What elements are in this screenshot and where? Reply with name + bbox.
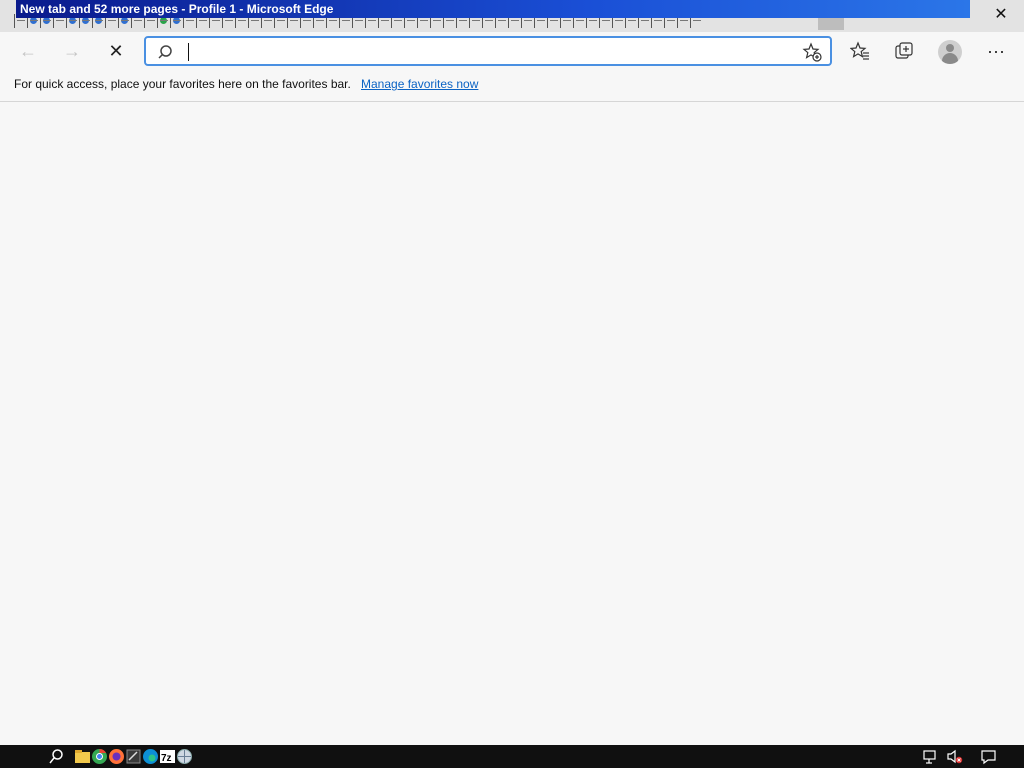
- firefox-icon[interactable]: [108, 748, 125, 765]
- globe-app-icon[interactable]: [176, 748, 193, 765]
- stop-icon: ✕: [108, 40, 124, 61]
- 7zip-icon[interactable]: 7z: [159, 748, 176, 765]
- volume-muted-icon[interactable]: [946, 748, 963, 765]
- search-icon[interactable]: [48, 748, 65, 765]
- arrow-left-icon: ←: [19, 40, 37, 61]
- notifications-icon[interactable]: [980, 748, 997, 765]
- app-tool-icon[interactable]: [125, 748, 142, 765]
- favorites-bar: For quick access, place your favorites h…: [0, 72, 1024, 102]
- close-window-button[interactable]: ✕: [984, 2, 1018, 26]
- manage-favorites-link[interactable]: Manage favorites now: [361, 77, 478, 91]
- window-title: New tab and 52 more pages - Profile 1 - …: [16, 0, 970, 18]
- address-input[interactable]: [188, 41, 792, 63]
- chrome-icon[interactable]: [91, 748, 108, 765]
- tab-scroll-stub[interactable]: [818, 18, 844, 30]
- collections-icon: [895, 42, 913, 59]
- search-icon: [158, 45, 172, 59]
- svg-text:7z: 7z: [161, 753, 172, 764]
- favorites-icon: [850, 41, 869, 60]
- favorites-button[interactable]: [844, 35, 876, 67]
- favorites-bar-message: For quick access, place your favorites h…: [14, 77, 351, 91]
- file-explorer-icon[interactable]: [74, 748, 91, 765]
- forward-button[interactable]: →: [56, 35, 88, 67]
- taskbar: 7z: [0, 745, 1024, 768]
- settings-more-button[interactable]: ···: [980, 35, 1012, 67]
- network-icon[interactable]: [922, 748, 939, 765]
- page-content: [0, 103, 1024, 745]
- text-caret: [188, 43, 189, 61]
- stop-button[interactable]: ✕: [100, 35, 132, 67]
- star-plus-icon[interactable]: [802, 42, 822, 62]
- collections-button[interactable]: [888, 35, 920, 67]
- edge-icon[interactable]: [142, 748, 159, 765]
- profile-avatar-icon[interactable]: [938, 40, 962, 64]
- arrow-right-icon: →: [63, 40, 81, 61]
- more-icon: ···: [987, 40, 1005, 61]
- tab-strip: New tab and 52 more pages - Profile 1 - …: [0, 0, 1024, 32]
- address-bar[interactable]: [144, 36, 832, 66]
- back-button[interactable]: ←: [12, 35, 44, 67]
